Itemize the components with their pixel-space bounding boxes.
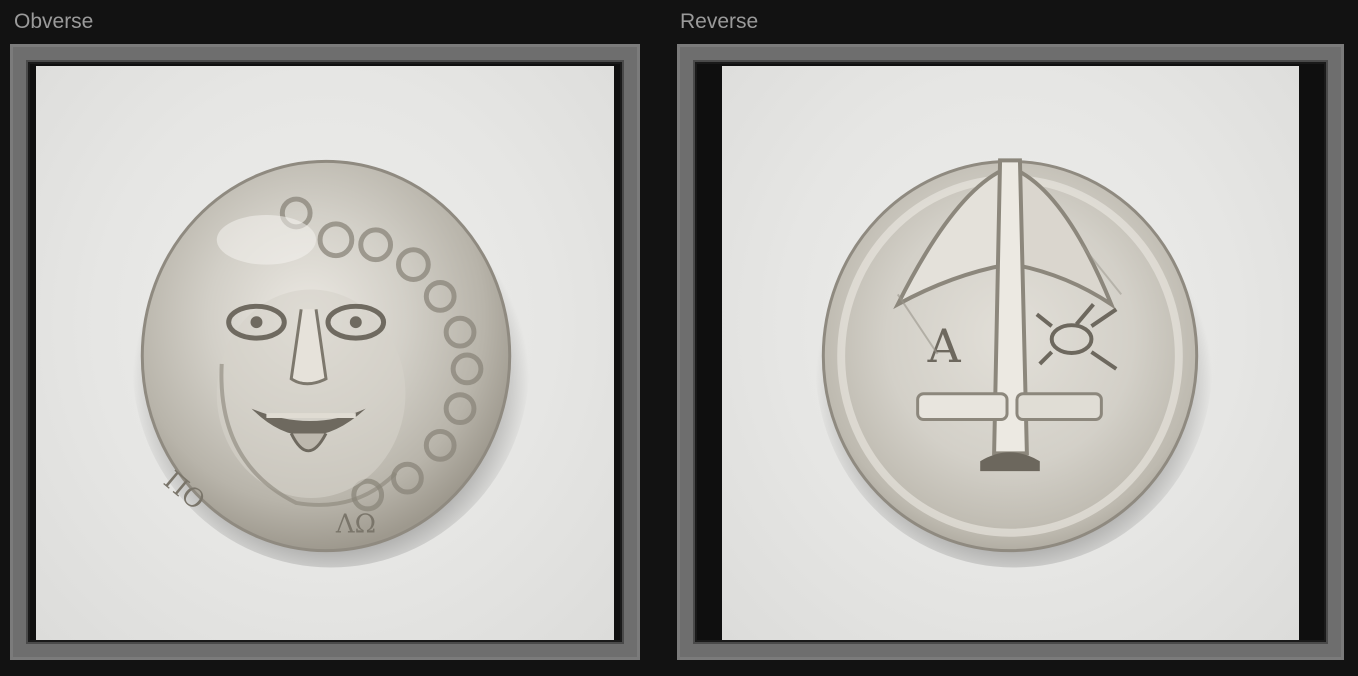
- obverse-photo[interactable]: ΠΟ ΛΩ: [36, 66, 614, 640]
- obverse-image-frame[interactable]: ΠΟ ΛΩ: [10, 44, 640, 660]
- reverse-photo-area: Α: [697, 64, 1324, 640]
- coin-image-viewer: Obverse Reverse ΠΟ ΛΩ Α: [0, 0, 1358, 676]
- reverse-label: Reverse: [680, 10, 759, 33]
- obverse-label: Obverse: [14, 10, 94, 33]
- svg-text:ΛΩ: ΛΩ: [335, 510, 376, 540]
- obverse-coin-image: ΠΟ ΛΩ: [132, 159, 530, 568]
- obverse-photo-area: ΠΟ ΛΩ: [30, 64, 620, 640]
- reverse-photo[interactable]: Α: [722, 66, 1299, 640]
- reverse-coin-image: Α: [815, 158, 1213, 568]
- reverse-image-frame[interactable]: Α: [677, 44, 1344, 660]
